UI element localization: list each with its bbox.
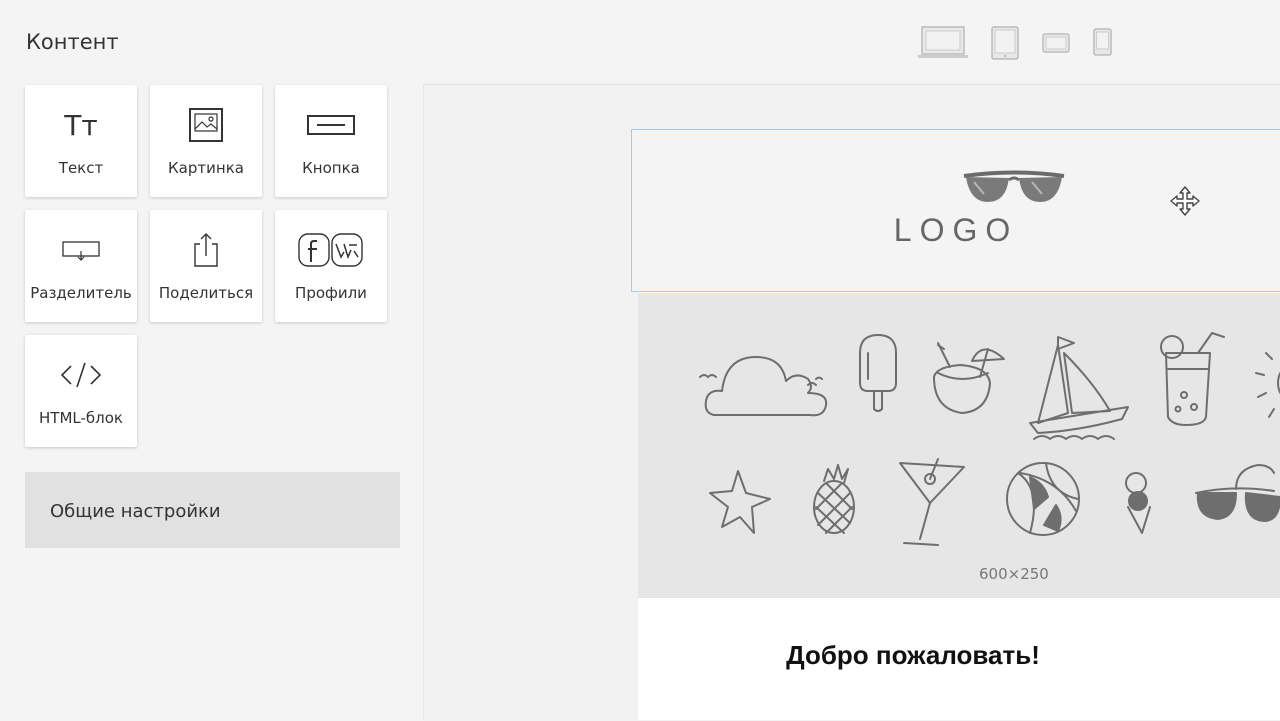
- code-icon: [25, 355, 137, 395]
- block-button[interactable]: Кнопка: [275, 85, 387, 197]
- content-sidebar: Контент Tт Текст Картинка Кнопка Раздели…: [0, 0, 423, 720]
- image-icon: [150, 105, 262, 145]
- sidebar-title: Контент: [26, 30, 119, 54]
- logo-section[interactable]: LOGO: [631, 129, 1280, 292]
- mobile-icon[interactable]: [1093, 28, 1112, 61]
- summer-doodles-illustration: [699, 332, 1280, 546]
- banner-image[interactable]: [638, 293, 1280, 598]
- sailboat-icon: [1029, 336, 1129, 440]
- block-profiles[interactable]: Профили: [275, 210, 387, 322]
- block-label: Кнопка: [302, 159, 360, 177]
- sun-icon: [1255, 352, 1280, 418]
- logo-text: LOGO: [893, 212, 1019, 248]
- coconut-drink-icon: [933, 342, 1005, 414]
- block-text[interactable]: Tт Текст: [25, 85, 137, 197]
- popsicle-icon: [859, 334, 897, 412]
- sunglasses-icon: [1195, 464, 1280, 522]
- block-divider[interactable]: Разделитель: [25, 210, 137, 322]
- tablet-portrait-icon[interactable]: [991, 26, 1019, 65]
- pineapple-icon: [813, 464, 855, 534]
- block-label: Картинка: [168, 159, 244, 177]
- move-cursor-icon: [1170, 186, 1200, 216]
- block-html[interactable]: HTML-блок: [25, 335, 137, 447]
- lemonade-icon: [1160, 332, 1225, 426]
- block-label: Поделиться: [158, 284, 254, 302]
- starfish-icon: [709, 470, 771, 534]
- desktop-icon[interactable]: [917, 26, 969, 65]
- social-profiles-icon: [275, 230, 387, 270]
- banner-size-label: 600×250: [979, 565, 1049, 583]
- block-label: Разделитель: [30, 284, 132, 302]
- ice-cream-icon: [1125, 472, 1151, 534]
- welcome-heading[interactable]: Добро пожаловать!: [638, 640, 1188, 671]
- block-label: Текст: [58, 159, 104, 177]
- beach-ball-icon: [1006, 462, 1080, 536]
- block-label: HTML-блок: [39, 409, 123, 427]
- general-settings-button[interactable]: Общие настройки: [25, 472, 400, 548]
- block-label: Профили: [295, 284, 367, 302]
- button-icon: [275, 105, 387, 145]
- share-icon: [150, 230, 262, 270]
- block-share[interactable]: Поделиться: [150, 210, 262, 322]
- sunglasses-logo-icon: [963, 170, 1065, 202]
- cloud-icon: [699, 356, 828, 417]
- martini-icon: [899, 458, 965, 546]
- tablet-landscape-icon[interactable]: [1042, 33, 1070, 58]
- block-image[interactable]: Картинка: [150, 85, 262, 197]
- general-settings-label: Общие настройки: [50, 501, 221, 522]
- divider-icon: [25, 230, 137, 270]
- text-icon: Tт: [64, 108, 98, 142]
